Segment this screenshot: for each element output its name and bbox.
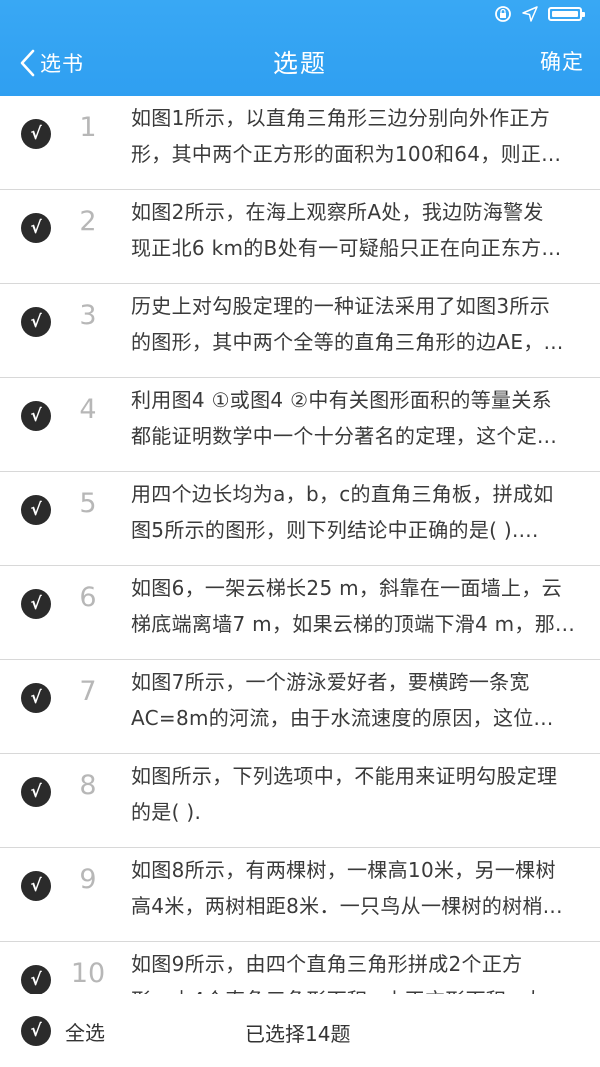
question-number: 2: [79, 206, 97, 237]
question-text-line: 利用图4 ①或图4 ②中有关图形面积的等量关系: [131, 388, 552, 412]
question-text-line: 都能证明数学中一个十分著名的定理，这个定...: [131, 424, 557, 448]
confirm-button[interactable]: 确定: [540, 46, 584, 76]
question-text: 如图8所示，有两棵树，一棵高10米，另一棵树 高4米，两树相距8米．一只鸟从一棵…: [131, 852, 593, 924]
question-text: 如图2所示，在海上观察所A处，我边防海警发 现正北6 km的B处有一可疑船只正在…: [131, 194, 593, 266]
checkmark-icon[interactable]: √: [21, 965, 51, 994]
checkmark-icon[interactable]: √: [21, 777, 51, 807]
select-all-button[interactable]: √ 全选: [21, 1016, 105, 1046]
question-text-line: 用四个边长均为a，b，c的直角三角板，拼成如: [131, 482, 554, 506]
question-text-line: 如图9所示，由四个直角三角形拼成2个正方: [131, 952, 523, 976]
battery-icon: [548, 7, 585, 21]
question-item[interactable]: √ 1 如图1所示，以直角三角形三边分别向外作正方 形，其中两个正方形的面积为1…: [0, 96, 600, 190]
question-number: 10: [70, 958, 106, 989]
question-text-line: 如图6，一架云梯长25 m，斜靠在一面墙上，云: [131, 576, 562, 600]
selected-count: 已选择14题: [245, 1022, 351, 1046]
checkmark-icon[interactable]: √: [21, 401, 51, 431]
question-text: 如图所示，下列选项中，不能用来证明勾股定理 的是( ).: [131, 758, 593, 830]
checkmark-icon[interactable]: √: [21, 683, 51, 713]
question-text-line: 如图8所示，有两棵树，一棵高10米，另一棵树: [131, 858, 556, 882]
question-item[interactable]: √ 9 如图8所示，有两棵树，一棵高10米，另一棵树 高4米，两树相距8米．一只…: [0, 848, 600, 942]
question-item[interactable]: √ 5 用四个边长均为a，b，c的直角三角板，拼成如 图5所示的图形，则下列结论…: [0, 472, 600, 566]
question-text-line: 如图2所示，在海上观察所A处，我边防海警发: [131, 200, 544, 224]
question-number: 1: [79, 112, 97, 143]
select-all-label: 全选: [65, 1020, 105, 1045]
question-list: √ 1 如图1所示，以直角三角形三边分别向外作正方 形，其中两个正方形的面积为1…: [0, 96, 600, 994]
question-text-line: 现正北6 km的B处有一可疑船只正在向正东方...: [131, 236, 562, 260]
checkmark-icon[interactable]: √: [21, 213, 51, 243]
question-number: 3: [79, 300, 97, 331]
status-bar: [0, 0, 600, 30]
question-text-line: 高4米，两树相距8米．一只鸟从一棵树的树梢...: [131, 894, 563, 918]
question-number: 4: [79, 394, 97, 425]
question-text-line: 如图7所示，一个游泳爱好者，要横跨一条宽: [131, 670, 530, 694]
question-text: 利用图4 ①或图4 ②中有关图形面积的等量关系 都能证明数学中一个十分著名的定理…: [131, 382, 593, 454]
checkmark-icon[interactable]: √: [21, 307, 51, 337]
checkmark-icon[interactable]: √: [21, 495, 51, 525]
question-item[interactable]: √ 8 如图所示，下列选项中，不能用来证明勾股定理 的是( ).: [0, 754, 600, 848]
question-item[interactable]: √ 2 如图2所示，在海上观察所A处，我边防海警发 现正北6 km的B处有一可疑…: [0, 190, 600, 284]
question-item[interactable]: √ 4 利用图4 ①或图4 ②中有关图形面积的等量关系 都能证明数学中一个十分著…: [0, 378, 600, 472]
question-text-line: 形，其中两个正方形的面积为100和64，则正...: [131, 142, 562, 166]
question-number: 6: [79, 582, 97, 613]
question-item[interactable]: √ 3 历史上对勾股定理的一种证法采用了如图3所示 的图形，其中两个全等的直角三…: [0, 284, 600, 378]
footer-bar: √ 全选 已选择14题: [0, 994, 600, 1067]
question-text: 历史上对勾股定理的一种证法采用了如图3所示 的图形，其中两个全等的直角三角形的边…: [131, 288, 593, 360]
question-number: 8: [79, 770, 97, 801]
question-text-line: 的图形，其中两个全等的直角三角形的边AE，...: [131, 330, 564, 354]
checkmark-icon[interactable]: √: [21, 119, 51, 149]
question-text-line: 的是( ).: [131, 800, 202, 824]
question-number: 7: [79, 676, 97, 707]
lock-rotation-icon: [495, 6, 511, 22]
page-title: 选题: [272, 49, 327, 78]
question-text-line: 形，由4个直角三角形面积+小正方形面积=大...: [131, 982, 593, 994]
question-text-line: 如图所示，下列选项中，不能用来证明勾股定理: [131, 764, 558, 788]
question-text-line: 图5所示的图形，则下列结论中正确的是( )....: [131, 518, 539, 542]
question-text-line: AC=8m的河流，由于水流速度的原因，这位...: [131, 706, 554, 730]
status-icons: [494, 5, 585, 23]
question-text: 如图7所示，一个游泳爱好者，要横跨一条宽 AC=8m的河流，由于水流速度的原因，…: [131, 664, 593, 736]
question-text: 如图6，一架云梯长25 m，斜靠在一面墙上，云 梯底端离墙7 m，如果云梯的顶端…: [131, 570, 593, 642]
question-item[interactable]: √ 10 如图9所示，由四个直角三角形拼成2个正方 形，由4个直角三角形面积+小…: [0, 942, 600, 994]
question-item[interactable]: √ 6 如图6，一架云梯长25 m，斜靠在一面墙上，云 梯底端离墙7 m，如果云…: [0, 566, 600, 660]
checkmark-icon[interactable]: √: [21, 1016, 51, 1046]
question-text: 如图9所示，由四个直角三角形拼成2个正方 形，由4个直角三角形面积+小正方形面积…: [131, 946, 593, 994]
question-text-line: 梯底端离墙7 m，如果云梯的顶端下滑4 m，那...: [131, 612, 576, 636]
question-text-line: 历史上对勾股定理的一种证法采用了如图3所示: [131, 294, 551, 318]
question-text: 用四个边长均为a，b，c的直角三角板，拼成如 图5所示的图形，则下列结论中正确的…: [131, 476, 593, 548]
question-text: 如图1所示，以直角三角形三边分别向外作正方 形，其中两个正方形的面积为100和6…: [131, 100, 593, 172]
nav-bar: 选书 选题 确定: [0, 30, 600, 96]
question-item[interactable]: √ 7 如图7所示，一个游泳爱好者，要横跨一条宽 AC=8m的河流，由于水流速度…: [0, 660, 600, 754]
app-header: 选书 选题 确定: [0, 0, 600, 96]
question-number: 5: [79, 488, 97, 519]
checkmark-icon[interactable]: √: [21, 589, 51, 619]
question-number: 9: [79, 864, 97, 895]
location-arrow-icon: [522, 6, 538, 22]
question-text-line: 如图1所示，以直角三角形三边分别向外作正方: [131, 106, 551, 130]
checkmark-icon[interactable]: √: [21, 871, 51, 901]
